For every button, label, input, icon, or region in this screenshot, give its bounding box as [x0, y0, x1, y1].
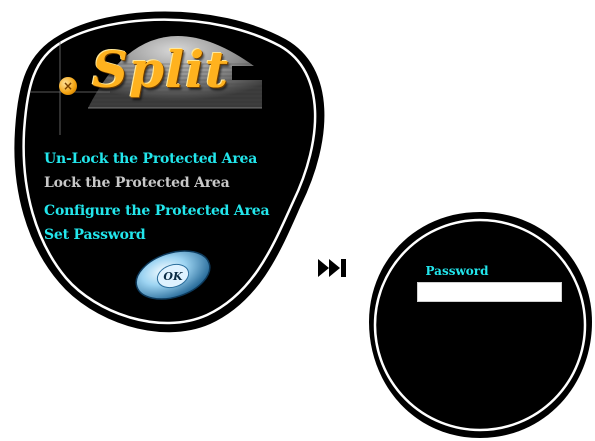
password-label: Password: [425, 264, 489, 278]
ok-button[interactable]: [134, 250, 212, 300]
scene-graphics: [14, 11, 592, 438]
close-icon: ×: [62, 79, 74, 93]
menu-item-lock: Lock the Protected Area: [44, 175, 230, 191]
password-window-frame: [369, 212, 592, 438]
password-input[interactable]: [417, 282, 562, 302]
close-button[interactable]: ×: [59, 77, 77, 95]
skip-forward-icon: [318, 259, 346, 277]
menu-item-configure[interactable]: Configure the Protected Area: [44, 203, 270, 219]
split-logo: Split: [92, 40, 230, 99]
menu-item-set-password[interactable]: Set Password: [44, 227, 146, 243]
menu-item-unlock[interactable]: Un-Lock the Protected Area: [44, 151, 257, 167]
